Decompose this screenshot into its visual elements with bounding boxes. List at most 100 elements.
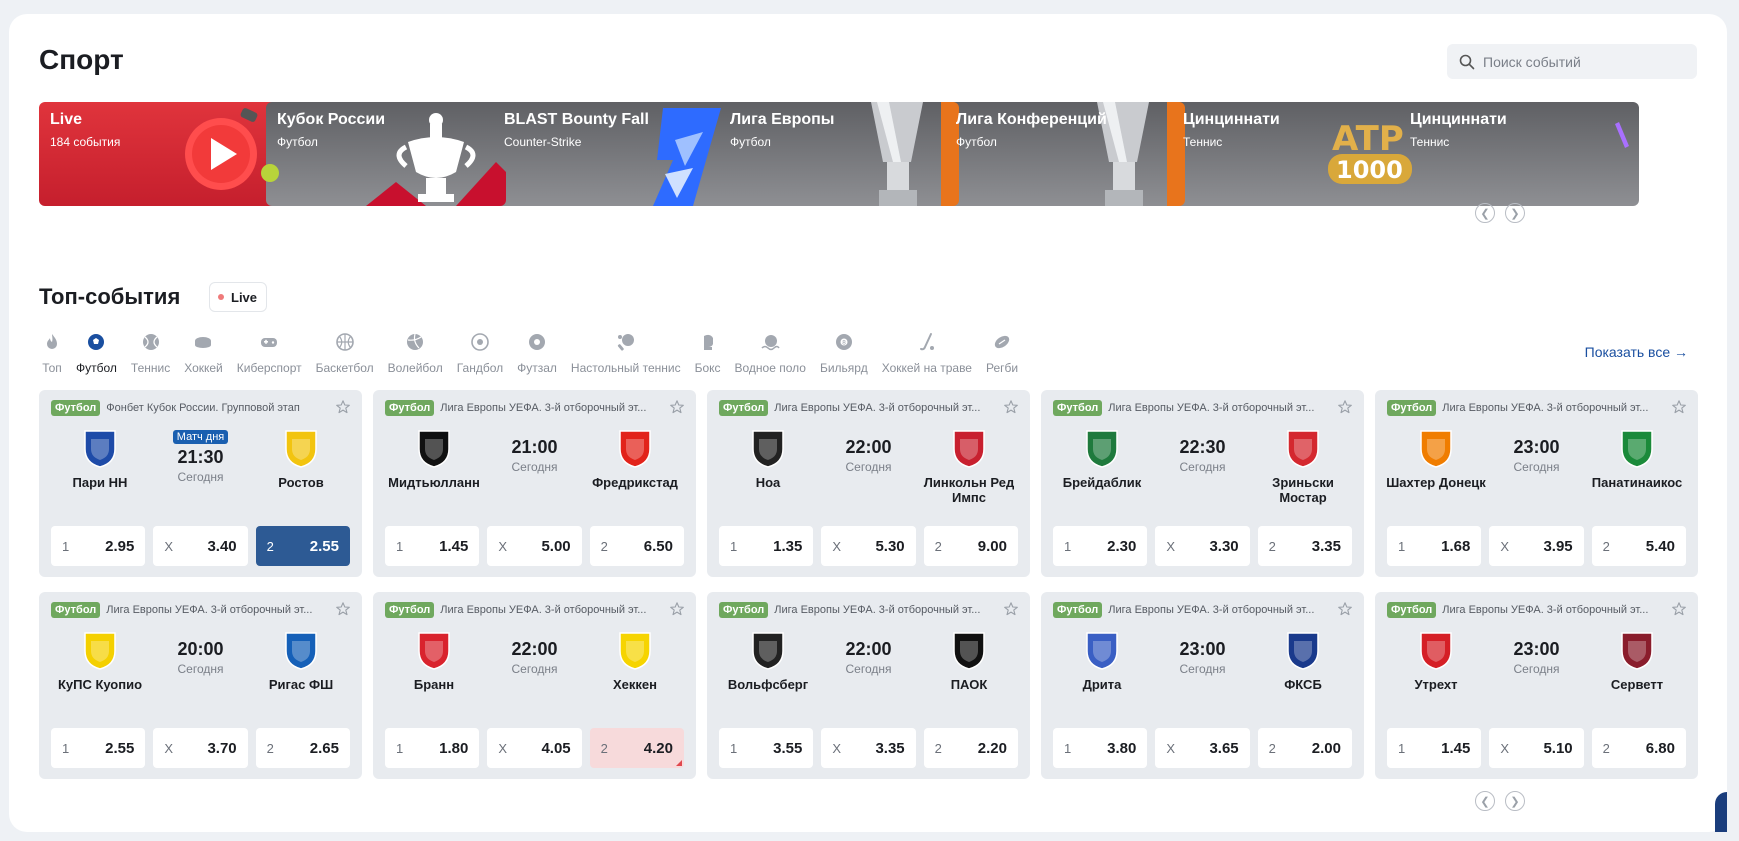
odd-button-home[interactable]: 1 3.55: [719, 728, 814, 768]
sport-tab-3[interactable]: Теннис: [124, 332, 177, 375]
odd-button-home[interactable]: 1 3.80: [1053, 728, 1148, 768]
event-time: 20:00: [177, 639, 224, 659]
sport-tab-9[interactable]: Футзал: [510, 332, 564, 375]
team-name: Панатинаикос: [1591, 475, 1683, 490]
odd-label: 1: [396, 538, 404, 554]
event-card[interactable]: Футбол Лига Европы УЕФА. 3-й отборочный э…: [373, 390, 696, 577]
odd-button-away[interactable]: 2 6.80: [1591, 728, 1686, 768]
events-prev-button[interactable]: ❮: [1475, 791, 1495, 811]
odd-button-away[interactable]: 2 6.50: [589, 526, 684, 566]
team-logo: [1415, 427, 1457, 469]
event-card[interactable]: Футбол Лига Европы УЕФА. 3-й отборочный э…: [1375, 390, 1698, 577]
odd-button-away[interactable]: 2 4.20: [589, 728, 684, 768]
favorite-star-icon[interactable]: [1671, 601, 1687, 617]
odd-button-home[interactable]: 1 1.80: [385, 728, 480, 768]
odd-button-draw[interactable]: X 3.30: [1155, 526, 1250, 566]
odd-button-home[interactable]: 1 1.35: [719, 526, 814, 566]
event-card[interactable]: Футбол Лига Европы УЕФА. 3-й отборочный э…: [1375, 592, 1698, 779]
event-card[interactable]: Футбол Лига Европы УЕФА. 3-й отборочный э…: [39, 592, 362, 779]
carousel-next-button[interactable]: ❯: [1505, 203, 1525, 223]
odd-label: 2: [600, 740, 608, 756]
events-next-button[interactable]: ❯: [1505, 791, 1525, 811]
favorite-star-icon[interactable]: [1003, 399, 1019, 415]
sport-tab-10[interactable]: Настольный теннис: [564, 332, 688, 375]
odd-value: 1.35: [773, 537, 803, 555]
sport-tab-8[interactable]: Гандбол: [450, 332, 510, 375]
odd-button-home[interactable]: 1 1.45: [385, 526, 480, 566]
odd-button-away[interactable]: 2 3.35: [1257, 526, 1352, 566]
event-card[interactable]: Футбол Фонбет Кубок России. Групповой эта…: [39, 390, 362, 577]
odd-button-draw[interactable]: X 3.65: [1155, 728, 1250, 768]
banner-subtitle: Футбол: [277, 135, 318, 149]
team-name: Хеккен: [613, 677, 657, 692]
search-input[interactable]: [1483, 53, 1683, 70]
sport-tab-14[interactable]: Хоккей на траве: [875, 332, 979, 375]
rugby-ball-icon: [992, 332, 1012, 361]
banner-7[interactable]: Цинциннати Теннис: [1399, 102, 1639, 206]
sport-tab-15[interactable]: Регби: [979, 332, 1025, 375]
odd-button-draw[interactable]: X 3.35: [821, 728, 916, 768]
odd-button-draw[interactable]: X 3.40: [153, 526, 248, 566]
odd-button-draw[interactable]: X 5.00: [487, 526, 582, 566]
banner-5[interactable]: Лига Конференций Футбол: [945, 102, 1185, 206]
banner-2[interactable]: Кубок России Футбол: [266, 102, 506, 206]
banner-6[interactable]: Цинциннати Теннис ATP 1000: [1172, 102, 1412, 206]
event-card[interactable]: Футбол Лига Европы УЕФА. 3-й отборочный э…: [1041, 592, 1364, 779]
odd-button-away[interactable]: 2 2.20: [923, 728, 1018, 768]
banner-3[interactable]: BLAST Bounty Fall Counter-Strike: [493, 102, 733, 206]
odd-button-home[interactable]: 1 2.95: [51, 526, 146, 566]
carousel-prev-button[interactable]: ❮: [1475, 203, 1495, 223]
odd-button-draw[interactable]: X 3.70: [153, 728, 248, 768]
event-day: Сегодня: [511, 460, 558, 474]
odd-button-away[interactable]: 2 2.00: [1257, 728, 1352, 768]
odd-button-home[interactable]: 1 2.55: [51, 728, 146, 768]
event-card[interactable]: Футбол Лига Европы УЕФА. 3-й отборочный э…: [707, 390, 1030, 577]
sport-tab-11[interactable]: Бокс: [688, 332, 728, 375]
odd-button-draw[interactable]: X 3.95: [1489, 526, 1584, 566]
search-box[interactable]: [1447, 44, 1697, 79]
sport-tab-12[interactable]: Водное поло: [728, 332, 813, 375]
sport-tab-1[interactable]: Топ: [39, 332, 69, 375]
sport-tag: Футбол: [51, 400, 101, 416]
odd-button-away[interactable]: 2 9.00: [923, 526, 1018, 566]
sport-tab-13[interactable]: 8 Бильярд: [813, 332, 875, 375]
odd-button-away[interactable]: 2 2.55: [255, 526, 350, 566]
sport-tab-label: Хоккей на траве: [881, 361, 972, 375]
show-all-link[interactable]: Показать все →: [1585, 344, 1688, 360]
event-card[interactable]: Футбол Лига Европы УЕФА. 3-й отборочный э…: [373, 592, 696, 779]
sport-tab-7[interactable]: Волейбол: [381, 332, 450, 375]
odd-button-draw[interactable]: X 5.30: [821, 526, 916, 566]
sport-tab-2[interactable]: Футбол: [69, 332, 124, 375]
odd-button-away[interactable]: 2 5.40: [1591, 526, 1686, 566]
flame-icon: [42, 332, 62, 361]
odd-button-home[interactable]: 1 2.30: [1053, 526, 1148, 566]
basketball-icon: [335, 332, 355, 361]
gamepad-icon: [259, 332, 279, 361]
favorite-star-icon[interactable]: [1671, 399, 1687, 415]
odd-value: 5.00: [541, 537, 571, 555]
sport-tab-5[interactable]: Киберспорт: [230, 332, 309, 375]
sport-tab-6[interactable]: Баскетбол: [309, 332, 381, 375]
favorite-star-icon[interactable]: [669, 399, 685, 415]
favorite-star-icon[interactable]: [1337, 601, 1353, 617]
favorite-star-icon[interactable]: [1003, 601, 1019, 617]
favorite-star-icon[interactable]: [669, 601, 685, 617]
odd-value: 3.70: [207, 739, 237, 757]
favorite-star-icon[interactable]: [335, 601, 351, 617]
live-filter-chip[interactable]: Live: [209, 282, 268, 312]
odd-button-draw[interactable]: X 5.10: [1489, 728, 1584, 768]
banner-1[interactable]: Live 184 события: [39, 102, 279, 206]
banner-4[interactable]: Лига Европы Футбол: [719, 102, 959, 206]
event-card[interactable]: Футбол Лига Европы УЕФА. 3-й отборочный э…: [707, 592, 1030, 779]
team-name: Шахтер Донецк: [1386, 475, 1486, 490]
odd-button-home[interactable]: 1 1.68: [1387, 526, 1482, 566]
odd-button-home[interactable]: 1 1.45: [1387, 728, 1482, 768]
favorite-star-icon[interactable]: [335, 399, 351, 415]
home-team: Бранн: [379, 629, 489, 692]
home-team: Вольфсберг: [713, 629, 823, 692]
odd-button-away[interactable]: 2 2.65: [255, 728, 350, 768]
sport-tab-4[interactable]: Хоккей: [177, 332, 230, 375]
favorite-star-icon[interactable]: [1337, 399, 1353, 415]
odd-button-draw[interactable]: X 4.05: [487, 728, 582, 768]
event-card[interactable]: Футбол Лига Европы УЕФА. 3-й отборочный э…: [1041, 390, 1364, 577]
